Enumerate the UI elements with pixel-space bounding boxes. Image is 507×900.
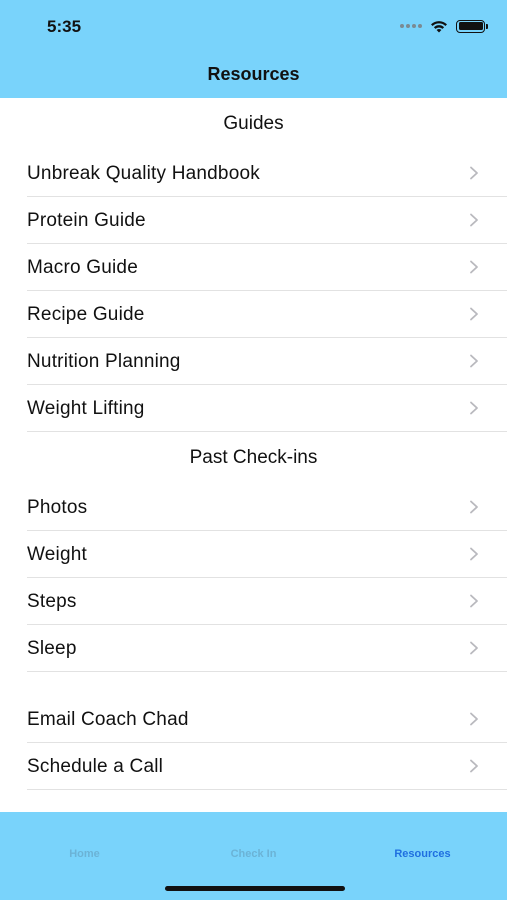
list-item[interactable]: Email Coach Chad: [27, 696, 507, 743]
list-item-label: Unbreak Quality Handbook: [27, 163, 260, 184]
wifi-icon: [431, 20, 447, 32]
list-item-label: Email Coach Chad: [27, 709, 189, 730]
resources-list: Guides Unbreak Quality Handbook Protein G…: [0, 98, 507, 790]
list-item[interactable]: Macro Guide: [27, 244, 507, 291]
list-item-label: Macro Guide: [27, 257, 138, 278]
chevron-right-icon: [470, 500, 478, 514]
list-item-label: Schedule a Call: [27, 756, 164, 777]
chevron-right-icon: [470, 547, 478, 561]
list-item-label: Nutrition Planning: [27, 351, 181, 372]
tab-home[interactable]: Home: [0, 848, 169, 860]
status-time: 5:35: [47, 17, 82, 36]
list-item-label: Protein Guide: [27, 210, 146, 231]
list-item-label: Photos: [27, 497, 88, 518]
chevron-right-icon: [470, 213, 478, 227]
section-header-past-check-ins: Past Check-ins: [189, 447, 318, 468]
list-item[interactable]: Sleep: [27, 625, 507, 672]
status-icons: [400, 18, 488, 34]
chevron-right-icon: [470, 354, 478, 368]
tab-resources[interactable]: Resources: [338, 848, 507, 860]
chevron-right-icon: [470, 594, 478, 608]
list-item-label: Recipe Guide: [27, 304, 145, 325]
list-item[interactable]: Protein Guide: [27, 197, 507, 244]
section-header-guides: Guides: [223, 113, 284, 134]
tab-bar: Home Check In Resources: [0, 812, 507, 900]
status-bar: 5:35: [0, 0, 507, 52]
page-title: Resources: [207, 64, 300, 84]
tab-check-in[interactable]: Check In: [169, 848, 338, 860]
battery-icon: [456, 19, 488, 33]
list-item[interactable]: Schedule a Call: [27, 743, 507, 790]
list-item-label: Sleep: [27, 638, 77, 659]
chevron-right-icon: [470, 166, 478, 180]
list-item[interactable]: Photos: [27, 484, 507, 531]
chevron-right-icon: [470, 641, 478, 655]
chevron-right-icon: [470, 260, 478, 274]
chevron-right-icon: [470, 759, 478, 773]
cellular-signal-icon: [400, 24, 422, 28]
list-item[interactable]: Unbreak Quality Handbook: [27, 150, 507, 197]
list-item-label: Steps: [27, 591, 77, 612]
chevron-right-icon: [470, 401, 478, 415]
list-item[interactable]: Weight: [27, 531, 507, 578]
list-item-label: Weight Lifting: [27, 398, 145, 419]
list-item[interactable]: Recipe Guide: [27, 291, 507, 338]
navigation-bar: Resources: [0, 52, 507, 98]
list-item-label: Weight: [27, 544, 87, 565]
home-indicator[interactable]: [165, 886, 345, 891]
chevron-right-icon: [470, 712, 478, 726]
list-item[interactable]: Weight Lifting: [27, 385, 507, 432]
list-item[interactable]: Nutrition Planning: [27, 338, 507, 385]
chevron-right-icon: [470, 307, 478, 321]
list-item[interactable]: Steps: [27, 578, 507, 625]
